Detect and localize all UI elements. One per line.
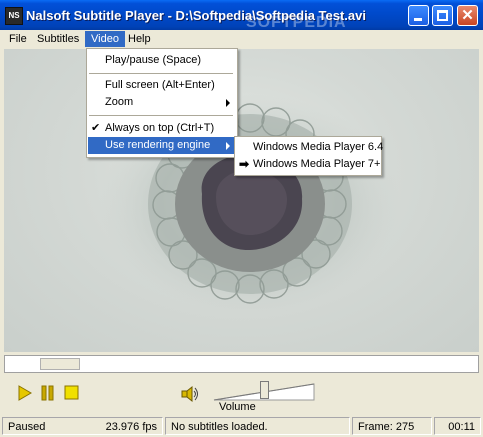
time-readout: 00:11 — [434, 417, 481, 435]
submenu-item-wmp64[interactable]: Windows Media Player 6.4 — [236, 139, 383, 156]
menu-bar: File Subtitles Video Help — [0, 30, 483, 48]
minimize-icon — [414, 18, 422, 21]
menu-item-label: Play/pause (Space) — [105, 54, 201, 66]
subtitle-status: No subtitles loaded. — [165, 417, 350, 435]
volume-mute-button[interactable] — [180, 385, 200, 403]
status-bar: Paused 23.976 fps No subtitles loaded. F… — [0, 415, 483, 437]
maximize-button[interactable] — [432, 5, 453, 26]
menu-item-zoom[interactable]: Zoom — [88, 94, 234, 111]
checkmark-icon: ✔ — [91, 122, 101, 134]
menu-file[interactable]: File — [3, 31, 33, 47]
fps-readout: 23.976 fps — [105, 421, 157, 433]
menu-item-always-on-top[interactable]: ✔ Always on top (Ctrl+T) — [88, 120, 234, 137]
menu-separator — [89, 115, 233, 116]
menu-item-full-screen[interactable]: Full screen (Alt+Enter) — [88, 77, 234, 94]
frame-counter: Frame: 275 — [352, 417, 432, 435]
status-panel: Paused 23.976 fps — [2, 417, 163, 435]
play-button[interactable] — [16, 384, 34, 402]
menu-subtitles[interactable]: Subtitles — [31, 31, 85, 47]
menu-help[interactable]: Help — [122, 31, 157, 47]
submenu-arrow-icon — [226, 99, 230, 107]
playback-controls: Volume — [0, 375, 483, 415]
seek-thumb[interactable] — [40, 358, 80, 370]
speaker-icon — [181, 385, 198, 403]
submenu-item-label: Windows Media Player 7+ — [253, 158, 381, 170]
stop-icon — [64, 385, 79, 400]
menu-item-label: Use rendering engine — [105, 139, 211, 151]
rendering-engine-submenu: Windows Media Player 6.4 ➡ Windows Media… — [234, 136, 383, 176]
minimize-button[interactable] — [408, 5, 429, 26]
submenu-arrow-icon — [226, 142, 230, 150]
stop-button[interactable] — [63, 384, 81, 402]
video-menu-dropdown: Play/pause (Space) Full screen (Alt+Ente… — [86, 48, 238, 158]
pause-button[interactable] — [39, 384, 57, 402]
seek-bar[interactable] — [4, 355, 479, 373]
menu-separator — [89, 73, 233, 74]
menu-video[interactable]: Video — [85, 31, 125, 47]
video-frame — [100, 94, 400, 314]
menu-item-label: Zoom — [105, 96, 134, 108]
play-icon — [18, 385, 32, 401]
close-button[interactable]: ✕ — [457, 5, 478, 26]
menu-item-rendering-engine[interactable]: Use rendering engine — [88, 137, 234, 154]
maximize-icon — [437, 10, 448, 21]
app-icon[interactable]: NS — [5, 7, 23, 25]
menu-item-label: Always on top (Ctrl+T) — [105, 122, 215, 134]
menu-item-play-pause[interactable]: Play/pause (Space) — [88, 52, 234, 69]
pause-icon — [41, 385, 54, 401]
submenu-item-label: Windows Media Player 6.4 — [253, 141, 384, 153]
volume-label: Volume — [219, 401, 256, 413]
menu-item-label: Full screen (Alt+Enter) — [105, 79, 215, 91]
close-icon: ✕ — [461, 7, 474, 24]
video-area[interactable] — [4, 49, 479, 352]
volume-thumb[interactable] — [260, 381, 269, 399]
playback-state: Paused — [8, 421, 46, 433]
app-window: NS Nalsoft Subtitle Player - D:\Softpedi… — [0, 0, 483, 437]
submenu-item-wmp7[interactable]: ➡ Windows Media Player 7+ — [236, 156, 381, 173]
selected-arrow-icon: ➡ — [239, 157, 250, 171]
title-bar[interactable]: NS Nalsoft Subtitle Player - D:\Softpedi… — [0, 0, 483, 31]
